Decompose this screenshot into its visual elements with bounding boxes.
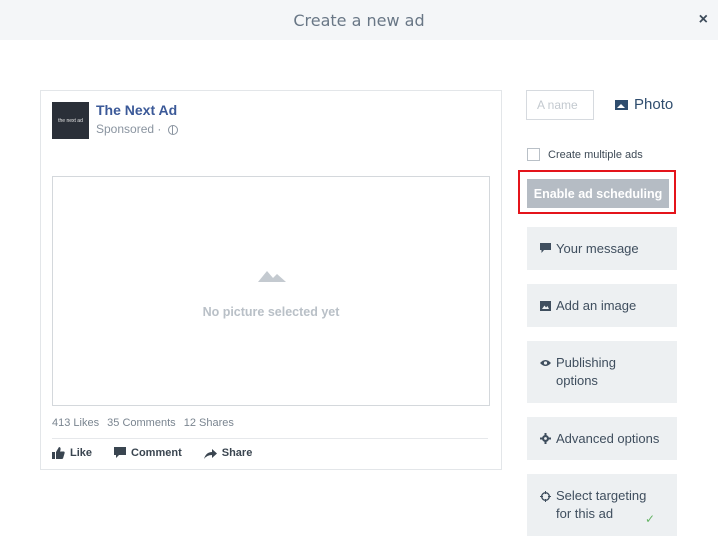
modal-header: Create a new ad × [0,0,718,40]
mountain-icon [258,271,286,282]
globe-icon [167,124,178,135]
advanced-options-button[interactable]: Advanced options [527,417,677,460]
share-arrow-icon [203,448,217,459]
eye-icon [540,360,551,366]
like-label: Like [70,447,93,459]
no-picture-text: No picture selected yet [202,305,340,319]
add-image-label: Add an image [556,297,637,313]
select-targeting-button[interactable]: Select targeting for this ad ✓ [527,474,677,536]
page-avatar: the next ad [52,102,89,139]
avatar-logo-text: the next ad [58,117,83,124]
comments-count: 35 Comments [107,417,176,429]
comment-label: Comment [131,447,182,459]
add-image-button[interactable]: Add an image [527,284,677,327]
sponsored-label: Sponsored · [96,122,178,136]
image-icon [540,300,551,311]
advanced-options-label: Advanced options [556,430,660,446]
sponsored-text: Sponsored · [96,122,162,136]
share-action[interactable]: Share [203,447,253,459]
your-message-button[interactable]: Your message [527,227,677,270]
modal-title: Create a new ad [293,10,425,30]
ad-image-placeholder: No picture selected yet [52,176,490,406]
checkmark-icon: ✓ [644,512,655,526]
share-label: Share [221,447,253,459]
page-name: The Next Ad [96,102,178,118]
close-icon[interactable]: × [699,11,708,29]
ad-name-input[interactable] [526,90,594,120]
post-actions: Like Comment Share [52,447,252,459]
thumbs-up-icon [52,447,65,459]
your-message-label: Your message [556,240,639,256]
photo-button[interactable]: Photo [615,96,673,113]
comment-icon [114,447,127,458]
publishing-options-button[interactable]: Publishing options [527,341,677,403]
likes-count: 413 Likes [52,417,100,429]
gear-icon [540,433,551,444]
ad-preview-card: the next ad The Next Ad Sponsored · No p… [40,90,502,470]
divider [52,438,488,439]
crosshair-icon [540,490,551,502]
shares-count: 12 Shares [183,417,234,429]
photo-label: Photo [634,96,674,113]
create-multiple-label: Create multiple ads [548,148,643,161]
comment-action[interactable]: Comment [114,447,182,459]
publishing-options-label: Publishing options [556,355,616,388]
create-multiple-ads-option[interactable]: Create multiple ads [527,148,643,161]
create-multiple-checkbox[interactable] [527,148,540,161]
message-icon [540,243,551,253]
image-icon [615,99,628,110]
enable-scheduling-button[interactable]: Enable ad scheduling [527,179,669,208]
like-action[interactable]: Like [52,447,92,459]
engagement-stats: 413 Likes 35 Comments 12 Shares [52,417,239,429]
